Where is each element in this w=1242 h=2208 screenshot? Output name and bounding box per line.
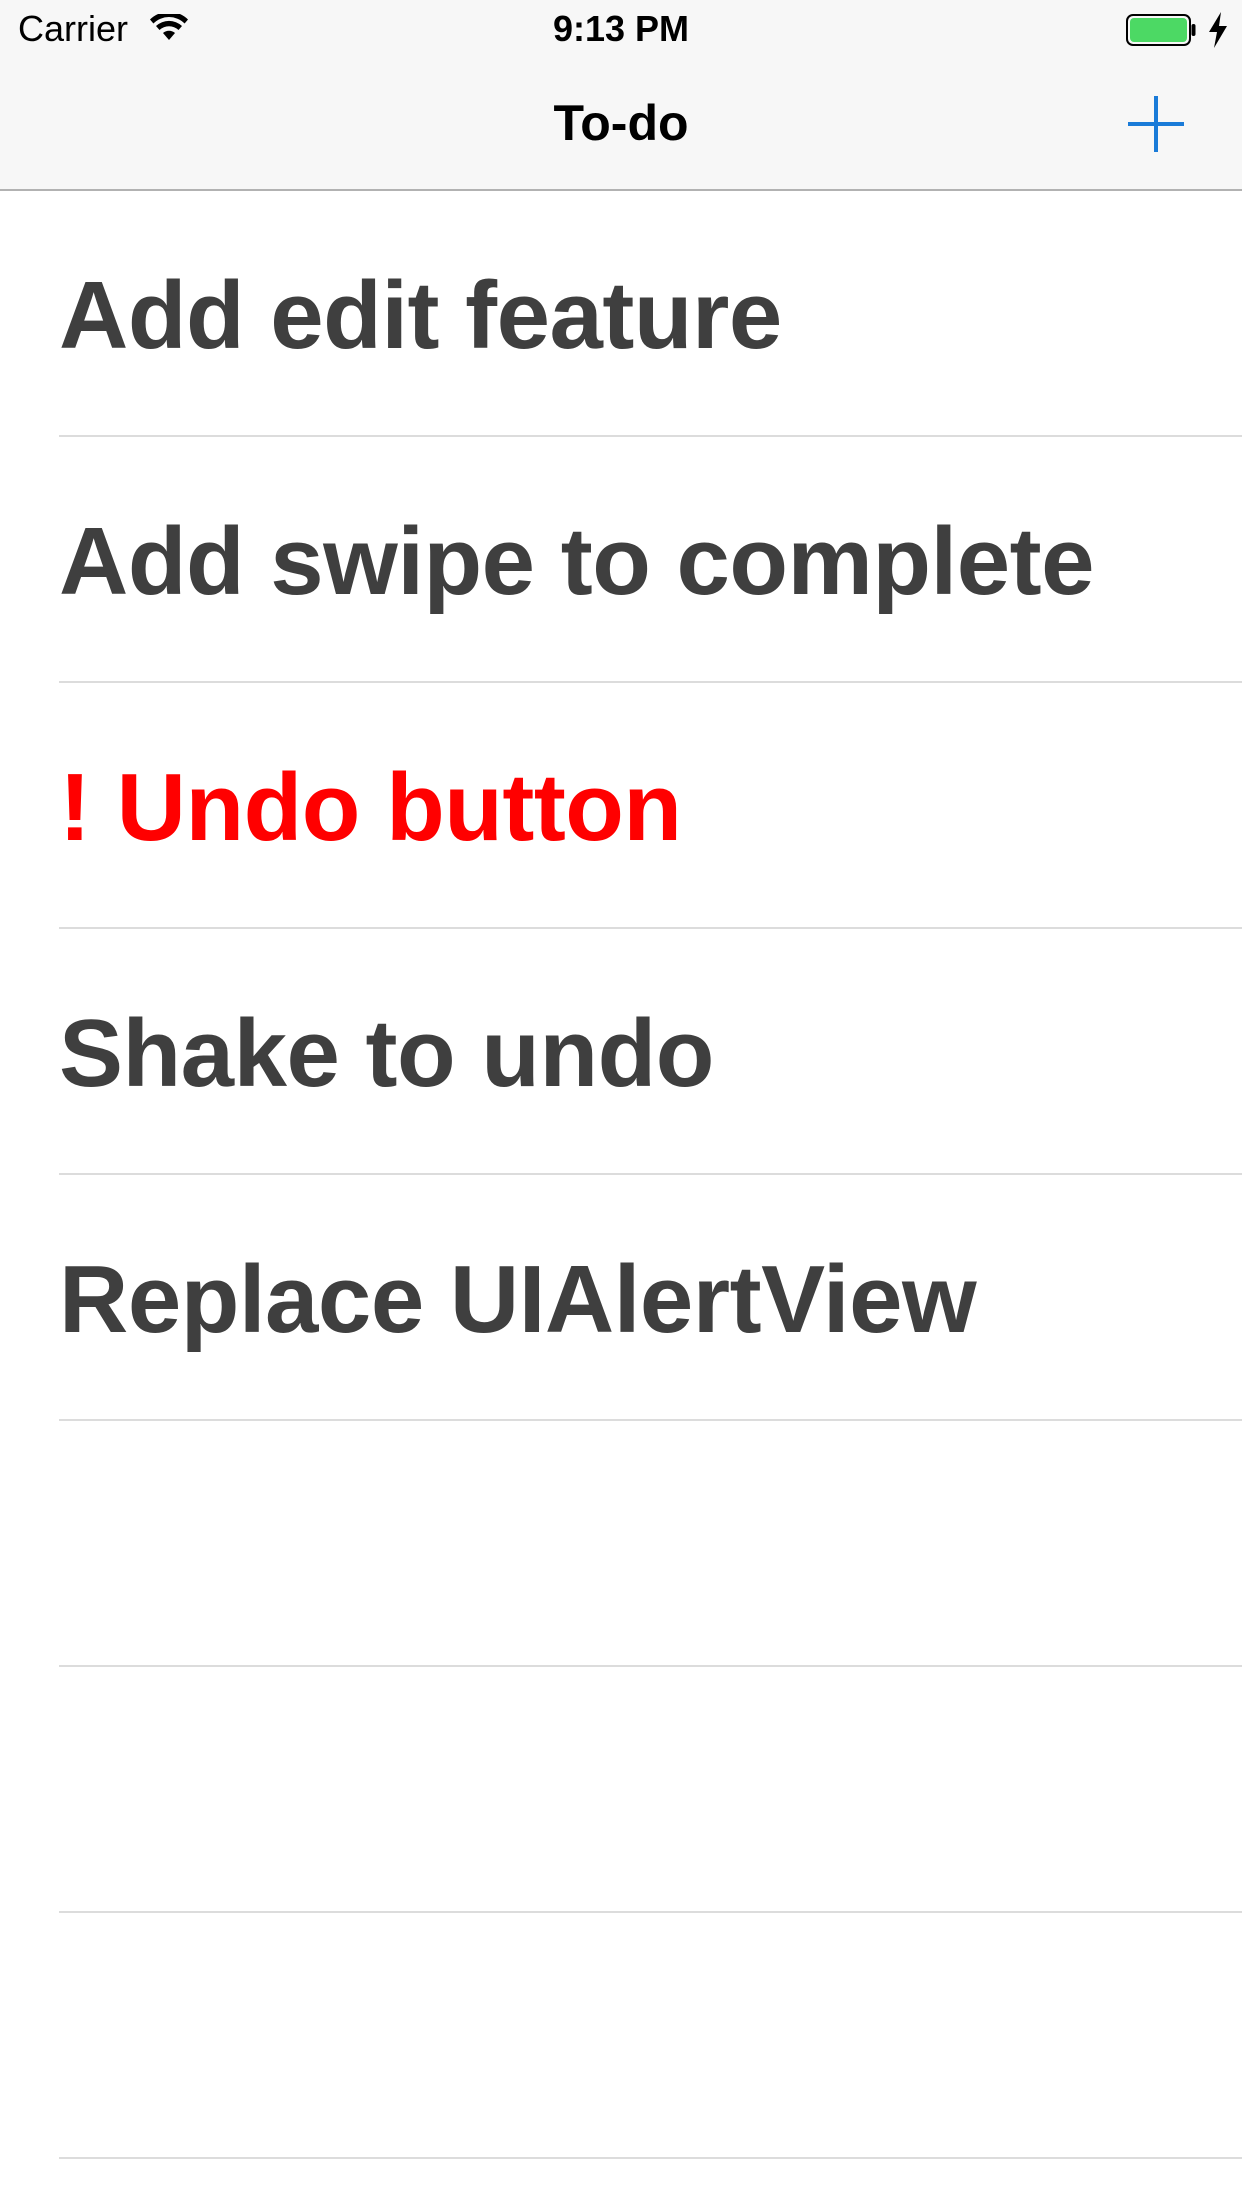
empty-row[interactable] <box>0 1667 1242 1913</box>
charging-bolt-icon <box>1209 12 1227 48</box>
status-time: 9:13 PM <box>552 8 690 49</box>
status-bar: Carrier 9:13 PM <box>0 0 1242 62</box>
todo-row[interactable]: Shake to undo <box>0 929 1242 1175</box>
todo-label: Replace UIAlertView <box>59 1246 977 1353</box>
row-separator <box>59 2157 1242 2159</box>
todo-row[interactable]: Replace UIAlertView <box>0 1175 1242 1421</box>
battery-icon <box>1126 14 1196 46</box>
todo-list: Add edit feature Add swipe to complete !… <box>0 191 1242 2159</box>
page-title: To-do <box>553 95 689 151</box>
plus-icon <box>1128 96 1184 152</box>
todo-label: Shake to undo <box>59 1000 714 1107</box>
todo-label-urgent: ! Undo button <box>59 754 682 861</box>
navigation-bar: To-do <box>0 62 1242 191</box>
todo-row-urgent[interactable]: ! Undo button <box>0 683 1242 929</box>
todo-row[interactable]: Add swipe to complete <box>0 437 1242 683</box>
add-todo-button[interactable] <box>1120 88 1192 160</box>
todo-row[interactable]: Add edit feature <box>0 191 1242 437</box>
empty-row[interactable] <box>0 1421 1242 1667</box>
empty-row[interactable] <box>0 1913 1242 2159</box>
todo-label: Add edit feature <box>59 262 782 369</box>
todo-label: Add swipe to complete <box>59 508 1094 615</box>
